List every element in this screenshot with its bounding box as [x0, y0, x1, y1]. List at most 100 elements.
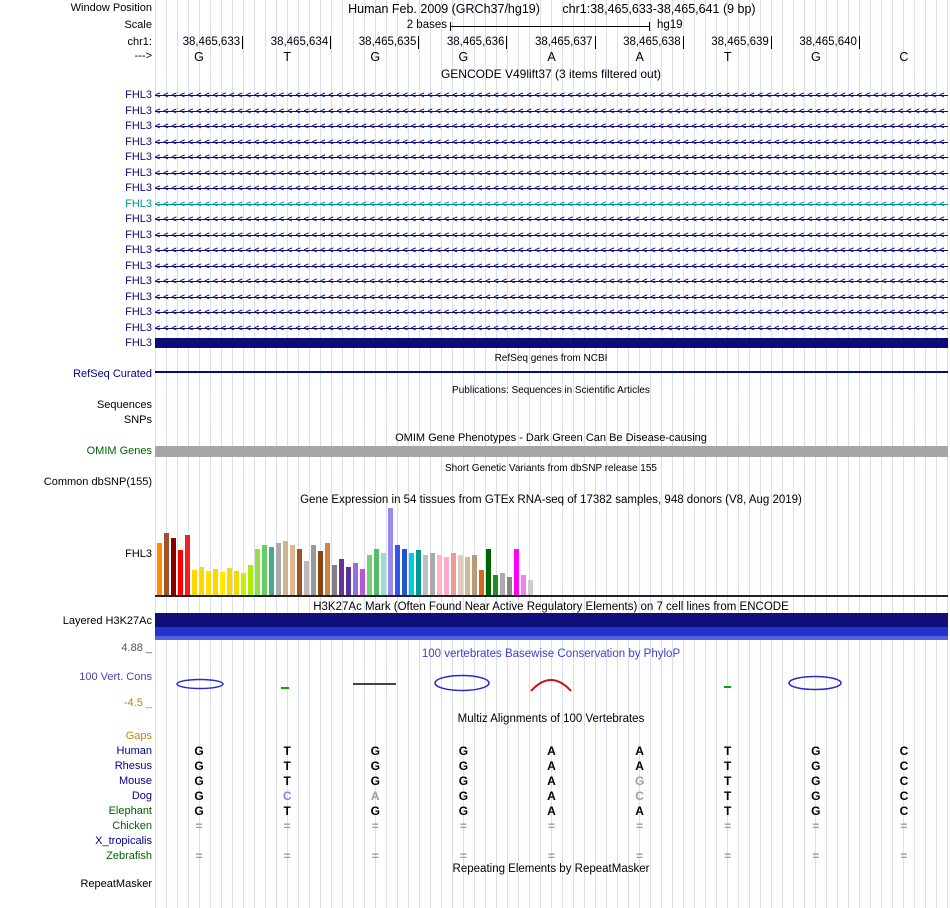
expression-bar[interactable] [332, 565, 337, 595]
transcript-arrow-line[interactable]: <<<<<<<<<<<<<<<<<<<<<<<<<<<<<<<<<<<<<<<<… [155, 243, 948, 258]
expression-bar[interactable] [465, 557, 470, 595]
expression-bar[interactable] [318, 551, 323, 595]
gene-label[interactable]: FHL3 [125, 275, 152, 288]
expression-bar[interactable] [325, 543, 330, 595]
h3k27ac-layer-blue[interactable] [155, 627, 948, 636]
expression-bar[interactable] [213, 569, 218, 595]
expression-bar[interactable] [192, 570, 197, 595]
transcript-arrow-line[interactable]: <<<<<<<<<<<<<<<<<<<<<<<<<<<<<<<<<<<<<<<<… [155, 181, 948, 196]
expression-bar[interactable] [360, 569, 365, 595]
phylop-conservation-glyphs[interactable] [155, 668, 948, 700]
expression-bar[interactable] [444, 557, 449, 595]
expression-bar[interactable] [227, 568, 232, 595]
gene-exon-bar[interactable] [155, 338, 948, 348]
expression-bar[interactable] [206, 571, 211, 595]
transcript-arrow-line[interactable]: <<<<<<<<<<<<<<<<<<<<<<<<<<<<<<<<<<<<<<<<… [155, 150, 948, 165]
species-label[interactable]: Dog [132, 790, 152, 803]
expression-bar[interactable] [297, 549, 302, 595]
transcript-arrow-line[interactable]: <<<<<<<<<<<<<<<<<<<<<<<<<<<<<<<<<<<<<<<<… [155, 165, 948, 181]
expression-bar[interactable] [507, 577, 512, 595]
expression-bar[interactable] [500, 573, 505, 595]
sequences-label[interactable]: Sequences [97, 399, 152, 412]
transcript-arrow-line[interactable]: <<<<<<<<<<<<<<<<<<<<<<<<<<<<<<<<<<<<<<<<… [155, 305, 948, 320]
expression-bar[interactable] [381, 553, 386, 595]
expression-bar[interactable] [311, 545, 316, 595]
transcript-arrow-line[interactable]: <<<<<<<<<<<<<<<<<<<<<<<<<<<<<<<<<<<<<<<<… [155, 274, 948, 289]
species-label[interactable]: Elephant [109, 805, 152, 818]
h3k27ac-layer-dark[interactable] [155, 613, 948, 627]
expression-bar[interactable] [416, 550, 421, 595]
transcript-arrow-line[interactable]: <<<<<<<<<<<<<<<<<<<<<<<<<<<<<<<<<<<<<<<<… [155, 103, 948, 119]
expression-bar[interactable] [374, 549, 379, 595]
transcript-arrow-line[interactable]: <<<<<<<<<<<<<<<<<<<<<<<<<<<<<<<<<<<<<<<<… [155, 196, 948, 212]
layered-h3k27ac-label[interactable]: Layered H3K27Ac [63, 615, 152, 628]
expression-bar[interactable] [437, 555, 442, 595]
gene-label[interactable]: FHL3 [125, 291, 152, 304]
refseq-curated-label[interactable]: RefSeq Curated [73, 368, 152, 381]
transcript-arrow-line[interactable]: <<<<<<<<<<<<<<<<<<<<<<<<<<<<<<<<<<<<<<<<… [155, 134, 948, 150]
expression-bar[interactable] [304, 561, 309, 595]
phylop-track-label[interactable]: 100 Vert. Cons [79, 671, 152, 684]
expression-bar[interactable] [521, 575, 526, 595]
species-label[interactable]: X_tropicalis [95, 835, 152, 848]
gene-label[interactable]: FHL3 [125, 105, 152, 118]
expression-bar[interactable] [178, 550, 183, 595]
gene-label[interactable]: FHL3 [125, 151, 152, 164]
species-label[interactable]: Zebrafish [106, 850, 152, 863]
gene-label[interactable]: FHL3 [125, 306, 152, 319]
expression-bar[interactable] [479, 570, 484, 595]
expression-bar[interactable] [514, 549, 519, 595]
transcript-arrow-line[interactable]: <<<<<<<<<<<<<<<<<<<<<<<<<<<<<<<<<<<<<<<<… [155, 88, 948, 103]
expression-bar[interactable] [486, 549, 491, 595]
species-label[interactable]: Gaps [126, 730, 152, 743]
expression-bar[interactable] [402, 549, 407, 595]
gene-label[interactable]: FHL3 [125, 89, 152, 102]
expression-bar[interactable] [269, 547, 274, 595]
species-label[interactable]: Rhesus [115, 760, 152, 773]
transcript-arrow-line[interactable]: <<<<<<<<<<<<<<<<<<<<<<<<<<<<<<<<<<<<<<<<… [155, 258, 948, 274]
species-label[interactable]: Chicken [112, 820, 152, 833]
transcript-arrow-line[interactable]: <<<<<<<<<<<<<<<<<<<<<<<<<<<<<<<<<<<<<<<<… [155, 212, 948, 227]
expression-bar[interactable] [528, 580, 533, 595]
expression-bar[interactable] [423, 555, 428, 595]
transcript-arrow-line[interactable]: <<<<<<<<<<<<<<<<<<<<<<<<<<<<<<<<<<<<<<<<… [155, 119, 948, 134]
expression-bar[interactable] [472, 555, 477, 595]
gtex-expression-chart[interactable] [155, 505, 948, 595]
transcript-arrow-line[interactable]: <<<<<<<<<<<<<<<<<<<<<<<<<<<<<<<<<<<<<<<<… [155, 227, 948, 243]
expression-bar[interactable] [367, 555, 372, 595]
species-label[interactable]: Human [117, 745, 152, 758]
gene-label[interactable]: FHL3 [125, 182, 152, 195]
expression-bar[interactable] [276, 543, 281, 595]
expression-bar[interactable] [164, 533, 169, 595]
refseq-gene-line[interactable] [155, 371, 948, 373]
transcript-arrow-line[interactable]: <<<<<<<<<<<<<<<<<<<<<<<<<<<<<<<<<<<<<<<<… [155, 289, 948, 305]
snps-label[interactable]: SNPs [124, 414, 152, 427]
gene-label[interactable]: FHL3 [125, 229, 152, 242]
gene-label[interactable]: FHL3 [125, 136, 152, 149]
expression-bar[interactable] [157, 543, 162, 595]
expression-bar[interactable] [199, 567, 204, 595]
gene-label[interactable]: FHL3 [125, 322, 152, 335]
gene-label[interactable]: FHL3 [125, 198, 152, 211]
expression-bar[interactable] [339, 559, 344, 595]
expression-bar[interactable] [493, 575, 498, 595]
expression-bar[interactable] [395, 545, 400, 595]
gene-label[interactable]: FHL3 [125, 167, 152, 180]
omim-gene-bar[interactable] [155, 446, 948, 457]
expression-bar[interactable] [346, 567, 351, 595]
expression-bar[interactable] [388, 508, 393, 595]
transcript-arrow-line[interactable]: <<<<<<<<<<<<<<<<<<<<<<<<<<<<<<<<<<<<<<<<… [155, 320, 948, 336]
repeatmasker-label[interactable]: RepeatMasker [80, 878, 152, 891]
gene-label[interactable]: FHL3 [125, 120, 152, 133]
expression-bar[interactable] [220, 572, 225, 595]
expression-bar[interactable] [255, 549, 260, 595]
gene-label[interactable]: FHL3 [125, 260, 152, 273]
expression-bar[interactable] [248, 565, 253, 595]
gtex-gene-label[interactable]: FHL3 [125, 548, 152, 561]
gene-label[interactable]: FHL3 [125, 244, 152, 257]
expression-bar[interactable] [458, 555, 463, 595]
species-label[interactable]: Mouse [119, 775, 152, 788]
expression-bar[interactable] [353, 563, 358, 595]
expression-bar[interactable] [185, 535, 190, 595]
common-dbsnp-label[interactable]: Common dbSNP(155) [44, 476, 152, 489]
